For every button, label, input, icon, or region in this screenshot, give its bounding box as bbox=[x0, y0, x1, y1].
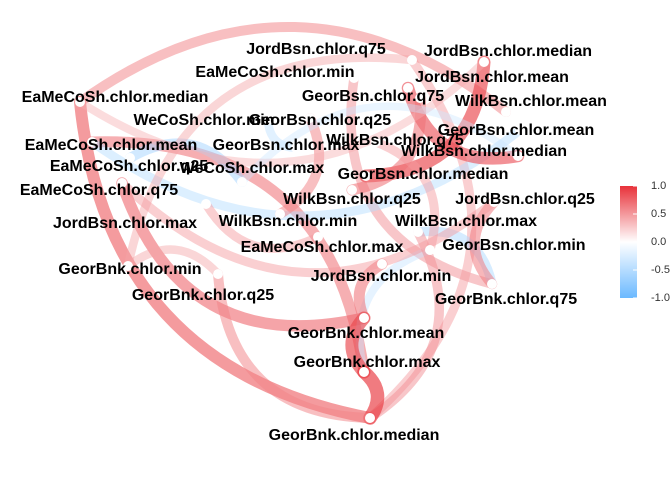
node-georbnk-chlor-median bbox=[365, 413, 375, 423]
node-georbnk-chlor-q75 bbox=[487, 279, 497, 289]
node-wecosh-chlor-max bbox=[237, 177, 247, 187]
node-georbnk-chlor-q25 bbox=[213, 269, 223, 279]
node-label-georbnk-chlor-max: GeorBnk.chlor.max bbox=[294, 354, 441, 371]
node-jordbsn-chlor-q75 bbox=[407, 55, 417, 65]
legend-tick-label: 0.5 bbox=[651, 208, 666, 220]
node-label-georbsn-chlor-q75: GeorBsn.chlor.q75 bbox=[302, 88, 444, 105]
node-label-wecosh-chlor-max: WeCoSh.chlor.max bbox=[180, 160, 325, 177]
node-label-georbnk-chlor-q75: GeorBnk.chlor.q75 bbox=[435, 291, 577, 308]
node-georbsn-chlor-min bbox=[425, 245, 435, 255]
node-label-eamecosh-chlor-max: EaMeCoSh.chlor.max bbox=[241, 239, 404, 256]
node-label-eamecosh-chlor-min: EaMeCoSh.chlor.min bbox=[195, 64, 354, 81]
node-label-georbnk-chlor-median: GeorBnk.chlor.median bbox=[269, 427, 440, 444]
legend-tick-label: -1.0 bbox=[651, 292, 670, 304]
node-label-eamecosh-chlor-mean: EaMeCoSh.chlor.mean bbox=[25, 137, 198, 154]
node-label-wilkbsn-chlor-max: WilkBsn.chlor.max bbox=[395, 213, 537, 230]
node-label-georbnk-chlor-mean: GeorBnk.chlor.mean bbox=[288, 325, 445, 342]
node-jordbsn-chlor-max bbox=[201, 199, 211, 209]
node-label-georbnk-chlor-q25: GeorBnk.chlor.q25 bbox=[132, 287, 274, 304]
node-label-wilkbsn-chlor-min: WilkBsn.chlor.min bbox=[219, 213, 358, 230]
node-label-jordbsn-chlor-q25: JordBsn.chlor.q25 bbox=[455, 191, 595, 208]
node-label-jordbsn-chlor-q75: JordBsn.chlor.q75 bbox=[246, 41, 386, 58]
legend-tick-label: -0.5 bbox=[651, 264, 670, 276]
legend-tick-label: 1.0 bbox=[651, 180, 666, 192]
labels-layer: JordBsn.chlor.q75 JordBsn.chlor.median EaM… bbox=[20, 41, 607, 444]
node-georbnk-chlor-mean bbox=[359, 313, 369, 323]
node-label-georbnk-chlor-min: GeorBnk.chlor.min bbox=[58, 261, 201, 278]
edge-georbnk-chlor-max-to-georbnk-chlor-median bbox=[357, 365, 385, 425]
node-label-eamecosh-chlor-median: EaMeCoSh.chlor.median bbox=[22, 89, 209, 106]
network-plot: JordBsn.chlor.q75 JordBsn.chlor.median EaM… bbox=[20, 21, 670, 444]
node-label-wilkbsn-chlor-mean: WilkBsn.chlor.mean bbox=[455, 93, 607, 110]
color-legend: 1.0 0.5 0.0 -0.5 -1.0 bbox=[620, 180, 670, 304]
node-label-georbsn-chlor-q25: GeorBsn.chlor.q25 bbox=[249, 112, 391, 129]
legend-ticks: 1.0 0.5 0.0 -0.5 -1.0 bbox=[633, 180, 670, 304]
node-label-eamecosh-chlor-q75: EaMeCoSh.chlor.q75 bbox=[20, 182, 178, 199]
node-label-jordbsn-chlor-max: JordBsn.chlor.max bbox=[53, 215, 197, 232]
node-label-jordbsn-chlor-mean: JordBsn.chlor.mean bbox=[415, 69, 569, 86]
node-label-jordbsn-chlor-median: JordBsn.chlor.median bbox=[424, 43, 592, 60]
node-label-georbsn-chlor-median: GeorBsn.chlor.median bbox=[338, 166, 509, 183]
node-label-wilkbsn-chlor-q25: WilkBsn.chlor.q25 bbox=[283, 191, 421, 208]
legend-tick-label: 0.0 bbox=[651, 236, 666, 248]
node-label-jordbsn-chlor-min: JordBsn.chlor.min bbox=[311, 268, 451, 285]
node-label-georbsn-chlor-min: GeorBsn.chlor.min bbox=[442, 237, 585, 254]
node-label-wilkbsn-chlor-median: WilkBsn.chlor.median bbox=[401, 143, 567, 160]
